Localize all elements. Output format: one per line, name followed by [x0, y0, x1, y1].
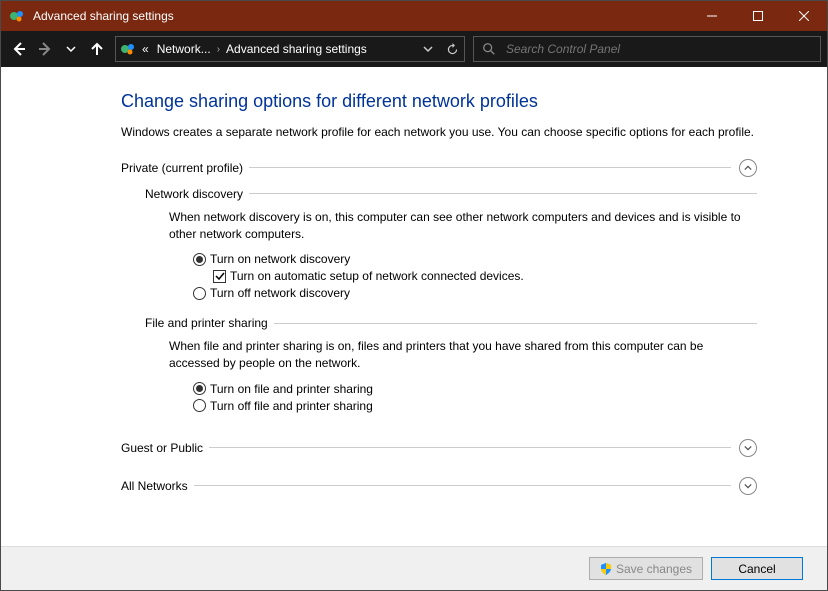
- chevron-right-icon: ›: [215, 44, 222, 55]
- divider: [249, 167, 731, 168]
- address-bar[interactable]: « Network... › Advanced sharing settings: [115, 36, 465, 62]
- address-dropdown-button[interactable]: [416, 37, 440, 61]
- radio-icon: [193, 287, 206, 300]
- control-panel-icon: [9, 8, 25, 24]
- location-icon: [120, 41, 136, 57]
- radio-icon: [193, 253, 206, 266]
- radio-label: Turn on network discovery: [210, 252, 350, 266]
- content-area: Change sharing options for different net…: [1, 67, 827, 546]
- title-bar: Advanced sharing settings: [1, 1, 827, 31]
- profile-label-private: Private (current profile): [121, 161, 243, 175]
- divider: [209, 447, 731, 448]
- search-input[interactable]: [506, 42, 812, 56]
- divider: [249, 193, 757, 194]
- refresh-button[interactable]: [440, 37, 464, 61]
- radio-label: Turn off file and printer sharing: [210, 399, 373, 413]
- breadcrumb-overflow[interactable]: «: [138, 42, 153, 56]
- page-description: Windows creates a separate network profi…: [121, 124, 757, 141]
- history-dropdown-button[interactable]: [59, 37, 83, 61]
- radio-icon: [193, 399, 206, 412]
- chevron-up-icon: [744, 164, 752, 172]
- expand-button-guest[interactable]: [739, 439, 757, 457]
- window-title: Advanced sharing settings: [33, 9, 689, 23]
- breadcrumb-current[interactable]: Advanced sharing settings: [222, 42, 371, 56]
- radio-label: Turn on file and printer sharing: [210, 382, 373, 396]
- minimize-button[interactable]: [689, 1, 735, 31]
- back-button[interactable]: [7, 37, 31, 61]
- expand-button-all-networks[interactable]: [739, 477, 757, 495]
- profile-header-guest[interactable]: Guest or Public: [121, 439, 757, 457]
- button-label: Save changes: [616, 562, 692, 576]
- checkbox-option-nd-auto[interactable]: Turn on automatic setup of network conne…: [213, 269, 757, 283]
- page-title: Change sharing options for different net…: [121, 91, 757, 112]
- uac-shield-icon: [600, 563, 612, 575]
- close-button[interactable]: [781, 1, 827, 31]
- profile-label-all-networks: All Networks: [121, 479, 188, 493]
- radio-option-fp-on[interactable]: Turn on file and printer sharing: [193, 382, 757, 396]
- radio-option-nd-on[interactable]: Turn on network discovery: [193, 252, 757, 266]
- footer-bar: Save changes Cancel: [1, 546, 827, 590]
- group-file-printer-sharing: File and printer sharing When file and p…: [145, 316, 757, 413]
- maximize-button[interactable]: [735, 1, 781, 31]
- radio-icon: [193, 382, 206, 395]
- save-changes-button[interactable]: Save changes: [589, 557, 703, 580]
- group-label-network-discovery: Network discovery: [145, 187, 243, 201]
- up-button[interactable]: [85, 37, 109, 61]
- group-network-discovery: Network discovery When network discovery…: [145, 187, 757, 301]
- profile-label-guest: Guest or Public: [121, 441, 203, 455]
- checkbox-icon: [213, 270, 226, 283]
- radio-option-fp-off[interactable]: Turn off file and printer sharing: [193, 399, 757, 413]
- search-icon: [482, 42, 496, 56]
- radio-label: Turn off network discovery: [210, 286, 350, 300]
- radio-option-nd-off[interactable]: Turn off network discovery: [193, 286, 757, 300]
- breadcrumb-network[interactable]: Network...: [153, 42, 215, 56]
- chevron-down-icon: [744, 482, 752, 490]
- collapse-button-private[interactable]: [739, 159, 757, 177]
- profile-header-all-networks[interactable]: All Networks: [121, 477, 757, 495]
- group-desc-network-discovery: When network discovery is on, this compu…: [169, 209, 757, 243]
- chevron-down-icon: [744, 444, 752, 452]
- divider: [194, 485, 731, 486]
- group-desc-file-printer: When file and printer sharing is on, fil…: [169, 338, 757, 372]
- divider: [274, 323, 757, 324]
- navigation-bar: « Network... › Advanced sharing settings: [1, 31, 827, 67]
- button-label: Cancel: [738, 562, 775, 576]
- checkbox-label: Turn on automatic setup of network conne…: [230, 269, 524, 283]
- search-box[interactable]: [473, 36, 821, 62]
- cancel-button[interactable]: Cancel: [711, 557, 803, 580]
- group-label-file-printer: File and printer sharing: [145, 316, 268, 330]
- profile-header-private[interactable]: Private (current profile): [121, 159, 757, 177]
- forward-button[interactable]: [33, 37, 57, 61]
